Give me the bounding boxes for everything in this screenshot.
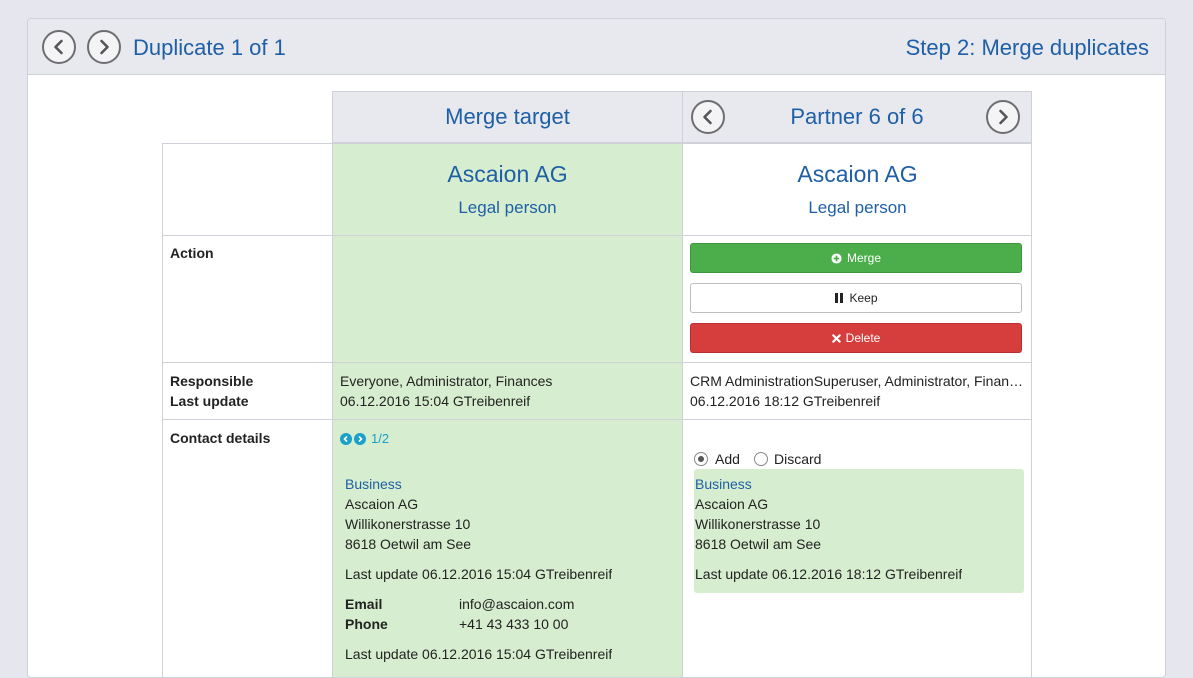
delete-label: Delete	[845, 331, 881, 345]
duplicate-title: Duplicate 1 of 1	[133, 35, 286, 60]
partner-name: Ascaion AG	[797, 161, 918, 187]
add-radio[interactable]	[694, 452, 708, 466]
target-contact-last-update: Last update 06.12.2016 15:04 GTreibenrei…	[345, 646, 613, 662]
partner-address-line1: Ascaion AG	[695, 496, 769, 512]
plus-circle-icon	[831, 252, 842, 264]
merge-button[interactable]: Merge	[690, 243, 1022, 273]
chevron-right-icon	[358, 435, 363, 442]
partner-responsible: CRM AdministrationSuperuser, Administrat…	[690, 373, 1025, 389]
target-address-line3: 8618 Oetwil am See	[345, 536, 472, 552]
close-icon	[831, 333, 841, 343]
target-address-line2: Willikonerstrasse 10	[345, 516, 471, 532]
phone-label: Phone	[345, 616, 388, 632]
partner-address-line3: 8618 Oetwil am See	[695, 536, 822, 552]
target-name: Ascaion AG	[447, 161, 568, 187]
partner-header: Partner 6 of 6	[682, 91, 1032, 143]
target-responsible: Everyone, Administrator, Finances	[340, 373, 553, 389]
contact-details-label: Contact details	[170, 430, 271, 446]
prev-contact-button[interactable]	[340, 432, 352, 445]
chevron-left-icon	[343, 435, 348, 442]
pause-icon	[835, 293, 844, 303]
step-title: Step 2: Merge duplicates	[905, 35, 1149, 60]
chevron-left-icon	[54, 39, 63, 55]
action-label: Action	[170, 245, 214, 261]
email-value: info@ascaion.com	[459, 596, 575, 612]
target-type: Legal person	[458, 198, 557, 217]
top-bar: Duplicate 1 of 1 Step 2: Merge duplicate…	[28, 19, 1165, 75]
merge-window: Duplicate 1 of 1 Step 2: Merge duplicate…	[27, 18, 1166, 678]
target-address-label: Business	[345, 476, 402, 492]
partner-address-line2: Willikonerstrasse 10	[695, 516, 821, 532]
target-last-update: 06.12.2016 15:04 GTreibenreif	[340, 393, 531, 409]
contact-pager: 1/2	[340, 431, 389, 446]
delete-button[interactable]: Delete	[690, 323, 1022, 353]
keep-button[interactable]: Keep	[690, 283, 1022, 313]
last-update-label: Last update	[170, 393, 249, 409]
discard-label: Discard	[774, 451, 822, 467]
contact-pager-count: 1/2	[371, 431, 390, 446]
email-label: Email	[345, 596, 383, 612]
next-duplicate-button[interactable]	[87, 30, 121, 64]
partner-address-label: Business	[695, 476, 752, 492]
prev-partner-button[interactable]	[691, 100, 725, 134]
chevron-left-icon	[703, 109, 712, 125]
prev-duplicate-button[interactable]	[42, 30, 76, 64]
partner-last-update: 06.12.2016 18:12 GTreibenreif	[690, 393, 881, 409]
merge-label: Merge	[846, 251, 881, 265]
merge-target-header: Merge target	[332, 91, 683, 143]
add-label: Add	[715, 451, 740, 467]
phone-value: +41 43 433 10 00	[459, 616, 569, 632]
next-contact-button[interactable]	[354, 432, 366, 445]
discard-radio[interactable]	[754, 452, 768, 466]
responsible-label: Responsible	[170, 373, 254, 389]
partner-type: Legal person	[808, 198, 907, 217]
chevron-right-icon	[100, 39, 109, 55]
partner-address-last-update: Last update 06.12.2016 18:12 GTreibenrei…	[695, 566, 963, 582]
target-address-last-update: Last update 06.12.2016 15:04 GTreibenrei…	[345, 566, 613, 582]
partner-title: Partner 6 of 6	[790, 104, 924, 129]
keep-label: Keep	[849, 291, 878, 305]
target-address-line1: Ascaion AG	[345, 496, 419, 512]
next-partner-button[interactable]	[986, 100, 1020, 134]
chevron-right-icon	[999, 109, 1008, 125]
